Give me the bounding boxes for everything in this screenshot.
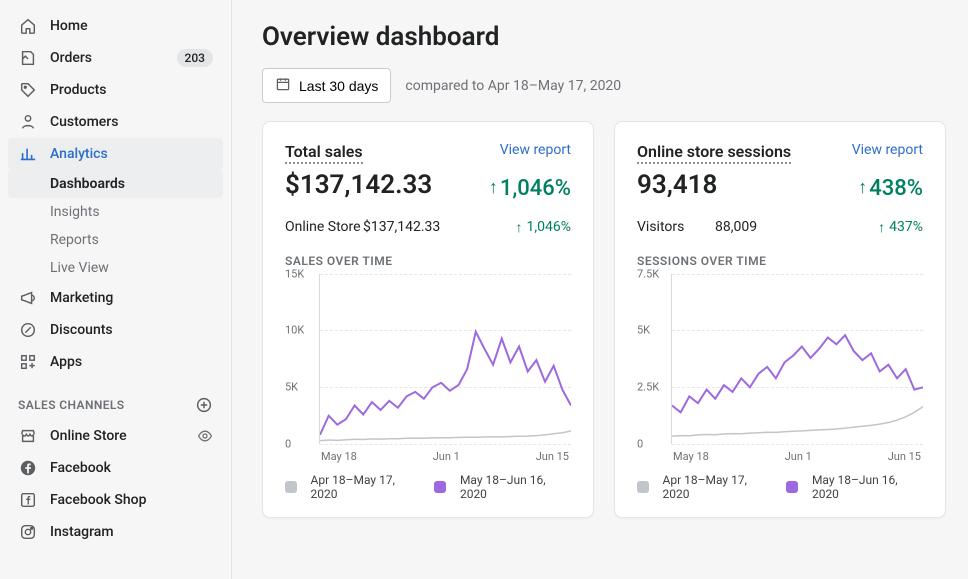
chart-legend: Apr 18–May 17, 2020 May 18–Jun 16, 2020 (637, 473, 923, 501)
cards-row: Total sales View report $137,142.33 ↑1,0… (262, 121, 946, 518)
nav-discounts[interactable]: Discounts (8, 314, 223, 346)
channel-facebook[interactable]: Facebook (8, 452, 223, 484)
chart-title: SALES OVER TIME (285, 254, 571, 268)
legend-swatch-prev (637, 481, 649, 493)
nav-analytics[interactable]: Analytics (8, 138, 223, 170)
up-arrow-icon: ↑ (858, 179, 867, 197)
discount-icon (18, 320, 38, 340)
chart-title: SESSIONS OVER TIME (637, 254, 923, 268)
total-sales-value: $137,142.33 (285, 170, 432, 200)
sidebar: Home Orders 203 Products Customers Analy… (0, 0, 232, 579)
legend-curr: May 18–Jun 16, 2020 (460, 473, 571, 501)
controls-row: Last 30 days compared to Apr 18–May 17, … (262, 68, 946, 103)
nav-apps[interactable]: Apps (8, 346, 223, 378)
analytics-icon (18, 144, 38, 164)
up-arrow-icon: ↑ (516, 219, 523, 236)
subnav-live-view[interactable]: Live View (8, 254, 223, 282)
facebook-shop-icon (18, 490, 38, 510)
sales-chart: 05K10K15KMay 18Jun 1Jun 15 (285, 274, 571, 463)
legend-swatch-curr (786, 481, 798, 493)
nav-products[interactable]: Products (8, 74, 223, 106)
date-range-button[interactable]: Last 30 days (262, 68, 391, 103)
apps-icon (18, 352, 38, 372)
breakdown-delta: ↑1,046% (516, 219, 571, 236)
date-range-label: Last 30 days (299, 78, 378, 94)
sessions-breakdown-row: Visitors 88,009 ↑437% (637, 219, 923, 236)
breakdown-value: $137,142.33 (363, 219, 516, 235)
nav-label: Online Store (50, 428, 127, 444)
nav-label: Home (50, 18, 88, 34)
channel-online-store[interactable]: Online Store (8, 420, 223, 452)
orders-icon (18, 48, 38, 68)
channel-facebook-shop[interactable]: Facebook Shop (8, 484, 223, 516)
sessions-chart: 02.5K5K7.5KMay 18Jun 1Jun 15 (637, 274, 923, 463)
home-icon (18, 16, 38, 36)
legend-swatch-prev (285, 481, 297, 493)
up-arrow-icon: ↑ (878, 219, 885, 236)
channels-header: SALES CHANNELS (8, 378, 223, 420)
nav-label: Apps (50, 354, 82, 370)
card-title: Total sales (285, 142, 363, 164)
card-sessions: Online store sessions View report 93,418… (614, 121, 946, 518)
store-icon (18, 426, 38, 446)
channel-instagram[interactable]: Instagram (8, 516, 223, 548)
subnav-reports[interactable]: Reports (8, 226, 223, 254)
breakdown-label: Visitors (637, 219, 715, 235)
sales-breakdown-row: Online Store $137,142.33 ↑1,046% (285, 219, 571, 236)
breakdown-delta: ↑437% (878, 219, 923, 236)
card-title: Online store sessions (637, 142, 791, 164)
user-icon (18, 112, 38, 132)
legend-prev: Apr 18–May 17, 2020 (663, 473, 773, 501)
nav-label: Discounts (50, 322, 113, 338)
page-title: Overview dashboard (262, 22, 946, 52)
view-store-icon[interactable] (197, 428, 213, 444)
nav-label: Instagram (50, 524, 114, 540)
up-arrow-icon: ↑ (489, 179, 498, 197)
legend-prev: Apr 18–May 17, 2020 (311, 473, 421, 501)
chart-legend: Apr 18–May 17, 2020 May 18–Jun 16, 2020 (285, 473, 571, 501)
nav-label: Analytics (50, 146, 108, 162)
legend-swatch-curr (434, 481, 446, 493)
legend-curr: May 18–Jun 16, 2020 (812, 473, 923, 501)
nav-marketing[interactable]: Marketing (8, 282, 223, 314)
nav-label: Products (50, 82, 107, 98)
calendar-icon (275, 76, 291, 95)
sessions-value: 93,418 (637, 170, 717, 200)
subnav-insights[interactable]: Insights (8, 198, 223, 226)
view-report-link[interactable]: View report (852, 142, 923, 158)
compared-text: compared to Apr 18–May 17, 2020 (405, 78, 621, 94)
nav-label: Facebook Shop (50, 492, 146, 508)
orders-badge: 203 (177, 49, 213, 67)
nav-label: Orders (50, 50, 92, 66)
subnav-dashboards[interactable]: Dashboards (8, 170, 223, 198)
nav-customers[interactable]: Customers (8, 106, 223, 138)
nav-orders[interactable]: Orders 203 (8, 42, 223, 74)
breakdown-value: 88,009 (715, 219, 878, 235)
tag-icon (18, 80, 38, 100)
nav-label: Customers (50, 114, 118, 130)
card-total-sales: Total sales View report $137,142.33 ↑1,0… (262, 121, 594, 518)
total-sales-delta: ↑1,046% (489, 176, 571, 201)
sessions-delta: ↑438% (858, 176, 923, 201)
nav-label: Facebook (50, 460, 111, 476)
facebook-icon (18, 458, 38, 478)
breakdown-label: Online Store (285, 219, 363, 235)
add-channel-button[interactable] (195, 396, 213, 414)
main-content: Overview dashboard Last 30 days compared… (232, 0, 968, 579)
nav-label: Marketing (50, 290, 113, 306)
megaphone-icon (18, 288, 38, 308)
instagram-icon (18, 522, 38, 542)
nav-home[interactable]: Home (8, 10, 223, 42)
view-report-link[interactable]: View report (500, 142, 571, 158)
